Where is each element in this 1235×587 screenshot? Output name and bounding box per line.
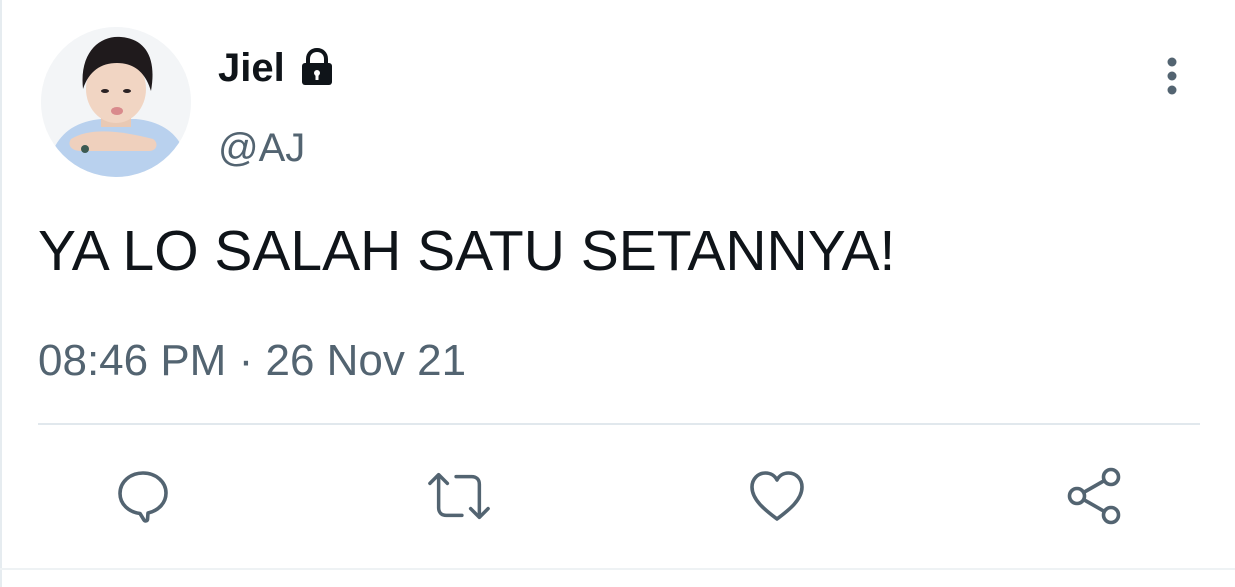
tweet-date: 26 Nov 21 <box>265 336 467 385</box>
divider <box>38 423 1200 425</box>
display-name-row[interactable]: Jiel <box>218 44 339 92</box>
user-handle[interactable]: @AJ <box>218 124 305 172</box>
meta-separator: · <box>238 336 254 385</box>
lock-icon <box>295 46 339 90</box>
retweet-button[interactable] <box>427 464 491 528</box>
tweet-card: Jiel @AJ YA LO SALAH SATU SETANNYA! 08:4… <box>0 0 1235 587</box>
share-icon <box>1067 467 1121 525</box>
more-vertical-icon <box>1167 57 1177 95</box>
share-button[interactable] <box>1063 464 1127 528</box>
bottom-divider <box>0 568 1235 570</box>
avatar-image <box>41 27 191 177</box>
heart-icon <box>750 471 804 521</box>
more-options-button[interactable] <box>1150 52 1194 100</box>
tweet-timestamp[interactable]: 08:46 PM · 26 Nov 21 <box>38 334 466 388</box>
reply-button[interactable] <box>111 464 175 528</box>
like-button[interactable] <box>745 464 809 528</box>
reply-icon <box>118 471 168 523</box>
retweet-icon <box>428 472 490 520</box>
avatar[interactable] <box>41 27 191 177</box>
tweet-text: YA LO SALAH SATU SETANNYA! <box>38 219 896 283</box>
display-name[interactable]: Jiel <box>218 44 285 92</box>
tweet-time: 08:46 PM <box>38 336 227 385</box>
